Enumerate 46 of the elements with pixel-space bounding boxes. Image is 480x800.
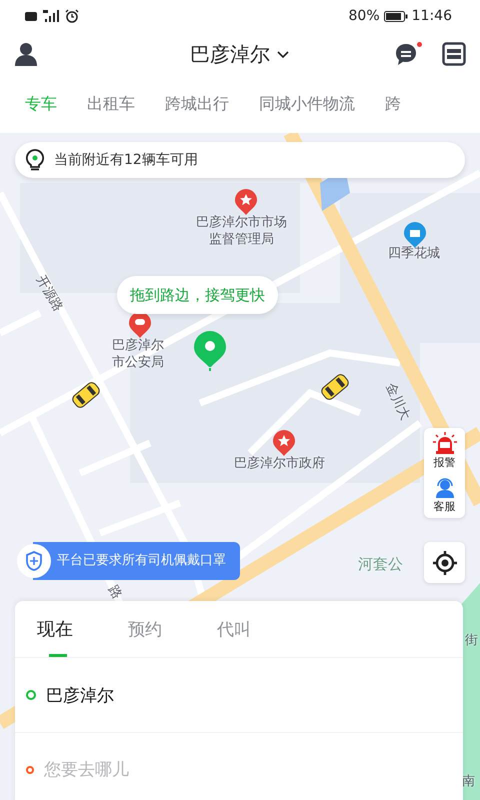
booking-tab[interactable]: 预约 [118, 601, 187, 657]
building-pin-icon [404, 222, 426, 248]
road-label: 开源路 [32, 273, 66, 316]
service-tab[interactable]: 出租车 [72, 94, 150, 115]
police-alarm-button[interactable]: 报警 [424, 428, 465, 474]
availability-text: 当前附近有12辆车可用 [54, 151, 198, 169]
place-label: 四季花城 [388, 246, 440, 263]
pickup-hint: 拖到路边，接驾更快 [117, 276, 278, 314]
place-label: 巴彦淖尔市政府 [234, 456, 325, 473]
origin-field[interactable]: 巴彦淖尔 [46, 684, 463, 706]
message-icon[interactable] [394, 42, 418, 66]
road-label: 南 [462, 774, 475, 791]
user-profile-icon[interactable] [14, 42, 38, 66]
hd-icon [25, 12, 37, 20]
service-tab[interactable]: 专车 [10, 94, 72, 115]
service-tab[interactable]: 跨城出行 [150, 94, 244, 115]
road-label: 路 [104, 583, 124, 603]
service-tab[interactable]: 跨 [370, 94, 416, 115]
chevron-down-icon [276, 50, 290, 58]
road-label: 街 [465, 633, 478, 650]
city-selector[interactable]: 巴彦淖尔 [190, 40, 290, 68]
origin-dot-icon [26, 690, 36, 700]
clock-time: 11:46 [412, 8, 452, 24]
booking-tab[interactable]: 代叫 [207, 601, 276, 657]
customer-service-button[interactable]: 客服 [424, 474, 465, 518]
booking-tab[interactable]: 现在 [27, 601, 98, 657]
alarm-clock-icon [65, 9, 79, 23]
mask-notice-text: 平台已要求所有司机佩戴口罩 [33, 542, 240, 580]
place-label: 巴彦淖尔市市场监督管理局 [196, 215, 287, 249]
destination-dot-icon [26, 766, 34, 774]
police-pin-icon [129, 312, 151, 338]
battery-icon [384, 10, 408, 22]
service-tab[interactable]: 同城小件物流 [244, 94, 370, 115]
star-pin-icon [235, 189, 257, 215]
siren-icon [432, 432, 456, 454]
place-label: 巴彦淖尔市公安局 [112, 338, 164, 372]
scan-icon[interactable] [442, 42, 466, 66]
lightbulb-pin-icon [26, 149, 44, 171]
shield-plus-icon [25, 551, 43, 571]
place-label: 河套公 [358, 555, 403, 574]
locate-crosshair-icon [432, 550, 458, 576]
locate-button[interactable] [424, 542, 465, 583]
signal-icon [41, 10, 61, 22]
road-label: 金川大 [381, 381, 412, 424]
battery-percent: 80% [348, 8, 380, 24]
headset-person-icon [434, 478, 456, 498]
